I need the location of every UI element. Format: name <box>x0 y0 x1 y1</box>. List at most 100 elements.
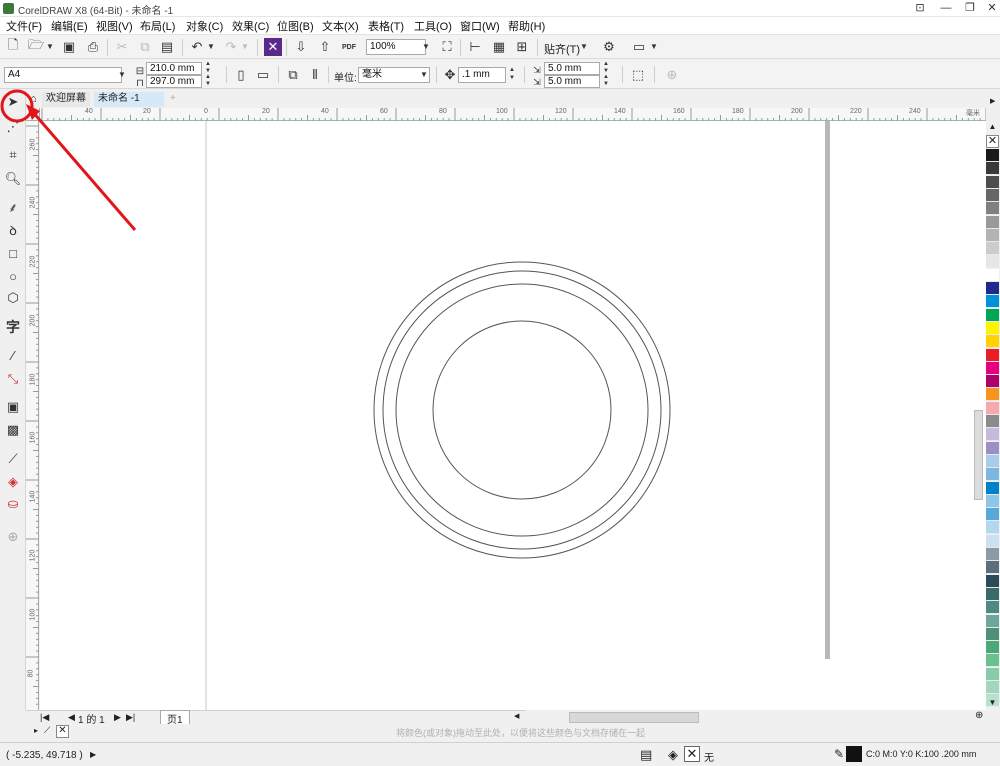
menu-tools[interactable]: 工具(O) <box>414 18 452 34</box>
undo-icon[interactable]: ↶ <box>188 38 206 56</box>
parallel-dimension-icon[interactable]: ∕ <box>4 346 22 364</box>
page-size-dropdown-icon[interactable]: ▼ <box>116 67 128 83</box>
hscroll-left-icon[interactable]: ◀ <box>514 712 524 723</box>
minimize-button[interactable]: — <box>934 0 958 17</box>
outer-circle[interactable] <box>373 261 671 559</box>
status-expand-icon[interactable]: ▶ <box>90 750 96 759</box>
all-pages-icon[interactable]: ⧉ <box>284 66 302 84</box>
plus-circle-icon[interactable]: ⊕ <box>4 528 22 546</box>
color-swatch[interactable] <box>986 335 999 349</box>
snap-to-button[interactable]: 贴齐(T) <box>544 41 580 57</box>
drawing-canvas[interactable] <box>40 121 986 710</box>
landscape-icon[interactable]: ▭ <box>254 66 272 84</box>
color-swatch[interactable] <box>986 454 999 468</box>
vertical-scrollbar-thumb[interactable] <box>974 410 983 500</box>
nudge-spinner-icon[interactable]: ▲ ▼ <box>506 66 518 84</box>
color-swatch[interactable] <box>986 401 999 415</box>
color-swatch[interactable] <box>986 627 999 641</box>
color-swatch[interactable] <box>986 321 999 335</box>
import-icon[interactable]: ⇩ <box>292 38 310 56</box>
second-circle[interactable] <box>382 270 662 550</box>
drop-shadow-icon[interactable]: ▣ <box>4 398 22 416</box>
third-circle[interactable] <box>395 283 649 537</box>
eyedropper-icon[interactable]: ⟋ <box>4 450 22 468</box>
publish-pdf-icon[interactable]: PDF <box>340 38 358 56</box>
color-swatch[interactable] <box>986 149 999 162</box>
no-color-swatch[interactable]: ✕ <box>56 725 69 738</box>
portrait-icon[interactable]: ▯ <box>232 66 250 84</box>
no-color-swatch[interactable]: ✕ <box>986 135 999 148</box>
show-guidelines-icon[interactable]: ⊞ <box>513 38 531 56</box>
cut-icon[interactable]: ✂ <box>113 38 131 56</box>
options-gear-icon[interactable]: ⚙ <box>600 38 618 56</box>
rectangle-icon[interactable]: □ <box>4 244 22 262</box>
color-swatch[interactable] <box>986 481 999 495</box>
color-swatch[interactable] <box>986 242 999 256</box>
menu-bitmap[interactable]: 位图(B) <box>277 18 314 34</box>
eyedropper-small-icon[interactable]: ⟋ <box>44 725 50 736</box>
undo-dropdown-icon[interactable]: ▼ <box>205 39 217 55</box>
open-folder-icon[interactable]: 🗁 <box>27 37 45 56</box>
color-swatch[interactable] <box>986 375 999 389</box>
menu-object[interactable]: 对象(C) <box>186 18 223 34</box>
first-page-icon[interactable]: |◀ <box>40 712 49 723</box>
color-swatch[interactable] <box>986 574 999 588</box>
application-launcher-icon[interactable]: ▭ <box>630 38 648 56</box>
snap-dropdown-icon[interactable]: ▼ <box>578 39 590 55</box>
height-spinner-icon[interactable]: ▲ ▼ <box>202 74 214 87</box>
treat-as-filled-icon[interactable]: ⬚ <box>629 66 647 84</box>
color-swatch[interactable] <box>986 681 999 694</box>
magnifier-icon[interactable]: 🔍︎ <box>4 170 22 188</box>
outline-color-swatch[interactable] <box>846 746 862 762</box>
restore-button[interactable]: ❐ <box>958 0 982 17</box>
menu-table[interactable]: 表格(T) <box>368 18 404 34</box>
color-profile-icon[interactable]: ▤ <box>640 747 652 763</box>
color-swatch[interactable] <box>986 534 999 548</box>
prev-page-icon[interactable]: ◀ <box>68 712 75 723</box>
page-width-field[interactable]: 210.0 mm <box>146 62 202 75</box>
fill-none-swatch[interactable]: ✕ <box>684 746 700 762</box>
horizontal-ruler[interactable]: 40 20 0 20 40 60 80 100 120 140 160 180 … <box>40 108 986 121</box>
color-swatch[interactable] <box>986 202 999 216</box>
full-screen-icon[interactable]: ⛶ <box>438 38 456 56</box>
color-swatch[interactable] <box>986 468 999 482</box>
transparency-icon[interactable]: ▩ <box>4 421 22 439</box>
new-tab-plus-icon[interactable]: + <box>166 92 180 107</box>
menu-layout[interactable]: 布局(L) <box>140 18 175 34</box>
freehand-icon[interactable]: ⸙ <box>4 198 22 216</box>
palette-scroll-down-icon[interactable]: ▼ <box>986 697 999 710</box>
ruler-origin[interactable] <box>26 108 40 121</box>
redo-icon[interactable]: ↷ <box>222 38 240 56</box>
palette-scroll-up-icon[interactable]: ▲ <box>986 121 999 134</box>
account-icon[interactable]: ⊡ <box>908 0 932 17</box>
duplicate-x-field[interactable]: 5.0 mm <box>544 62 600 75</box>
width-spinner-icon[interactable]: ▲ ▼ <box>202 61 214 74</box>
launcher-dropdown-icon[interactable]: ▼ <box>648 39 660 55</box>
horizontal-scrollbar-thumb[interactable] <box>569 712 699 723</box>
text-icon[interactable]: 字 <box>4 318 22 336</box>
menu-text[interactable]: 文本(X) <box>322 18 359 34</box>
copy-icon[interactable]: ⧉ <box>136 38 154 56</box>
color-swatch[interactable] <box>986 494 999 508</box>
polygon-icon[interactable]: ⬡ <box>4 289 22 307</box>
pointer-arrow-icon[interactable]: ➤ <box>4 93 22 111</box>
print-icon[interactable]: ⎙ <box>84 38 102 56</box>
color-swatch[interactable] <box>986 188 999 202</box>
color-swatch[interactable] <box>986 295 999 309</box>
crop-icon[interactable]: ⌗ <box>4 146 22 164</box>
doc-palette-arrow-icon[interactable]: ▸ <box>34 726 38 735</box>
corel-connect-icon[interactable]: ✕ <box>264 38 282 56</box>
dup-y-spinner-icon[interactable]: ▲ ▼ <box>600 74 612 87</box>
tab-welcome-screen[interactable]: 欢迎屏幕 <box>42 92 90 107</box>
color-swatch[interactable] <box>986 282 999 295</box>
menu-edit[interactable]: 编辑(E) <box>51 18 88 34</box>
pen-icon[interactable]: ꝺ <box>4 221 22 239</box>
color-swatch[interactable] <box>986 641 999 655</box>
inner-circle[interactable] <box>432 320 612 500</box>
menu-window[interactable]: 窗口(W) <box>460 18 500 34</box>
zoom-level-field[interactable]: 100% <box>366 39 426 55</box>
export-icon[interactable]: ⇧ <box>316 38 334 56</box>
current-page-icon[interactable]: ⫴ <box>306 66 324 84</box>
save-icon[interactable]: ▣ <box>60 38 78 56</box>
color-swatch[interactable] <box>986 654 999 668</box>
